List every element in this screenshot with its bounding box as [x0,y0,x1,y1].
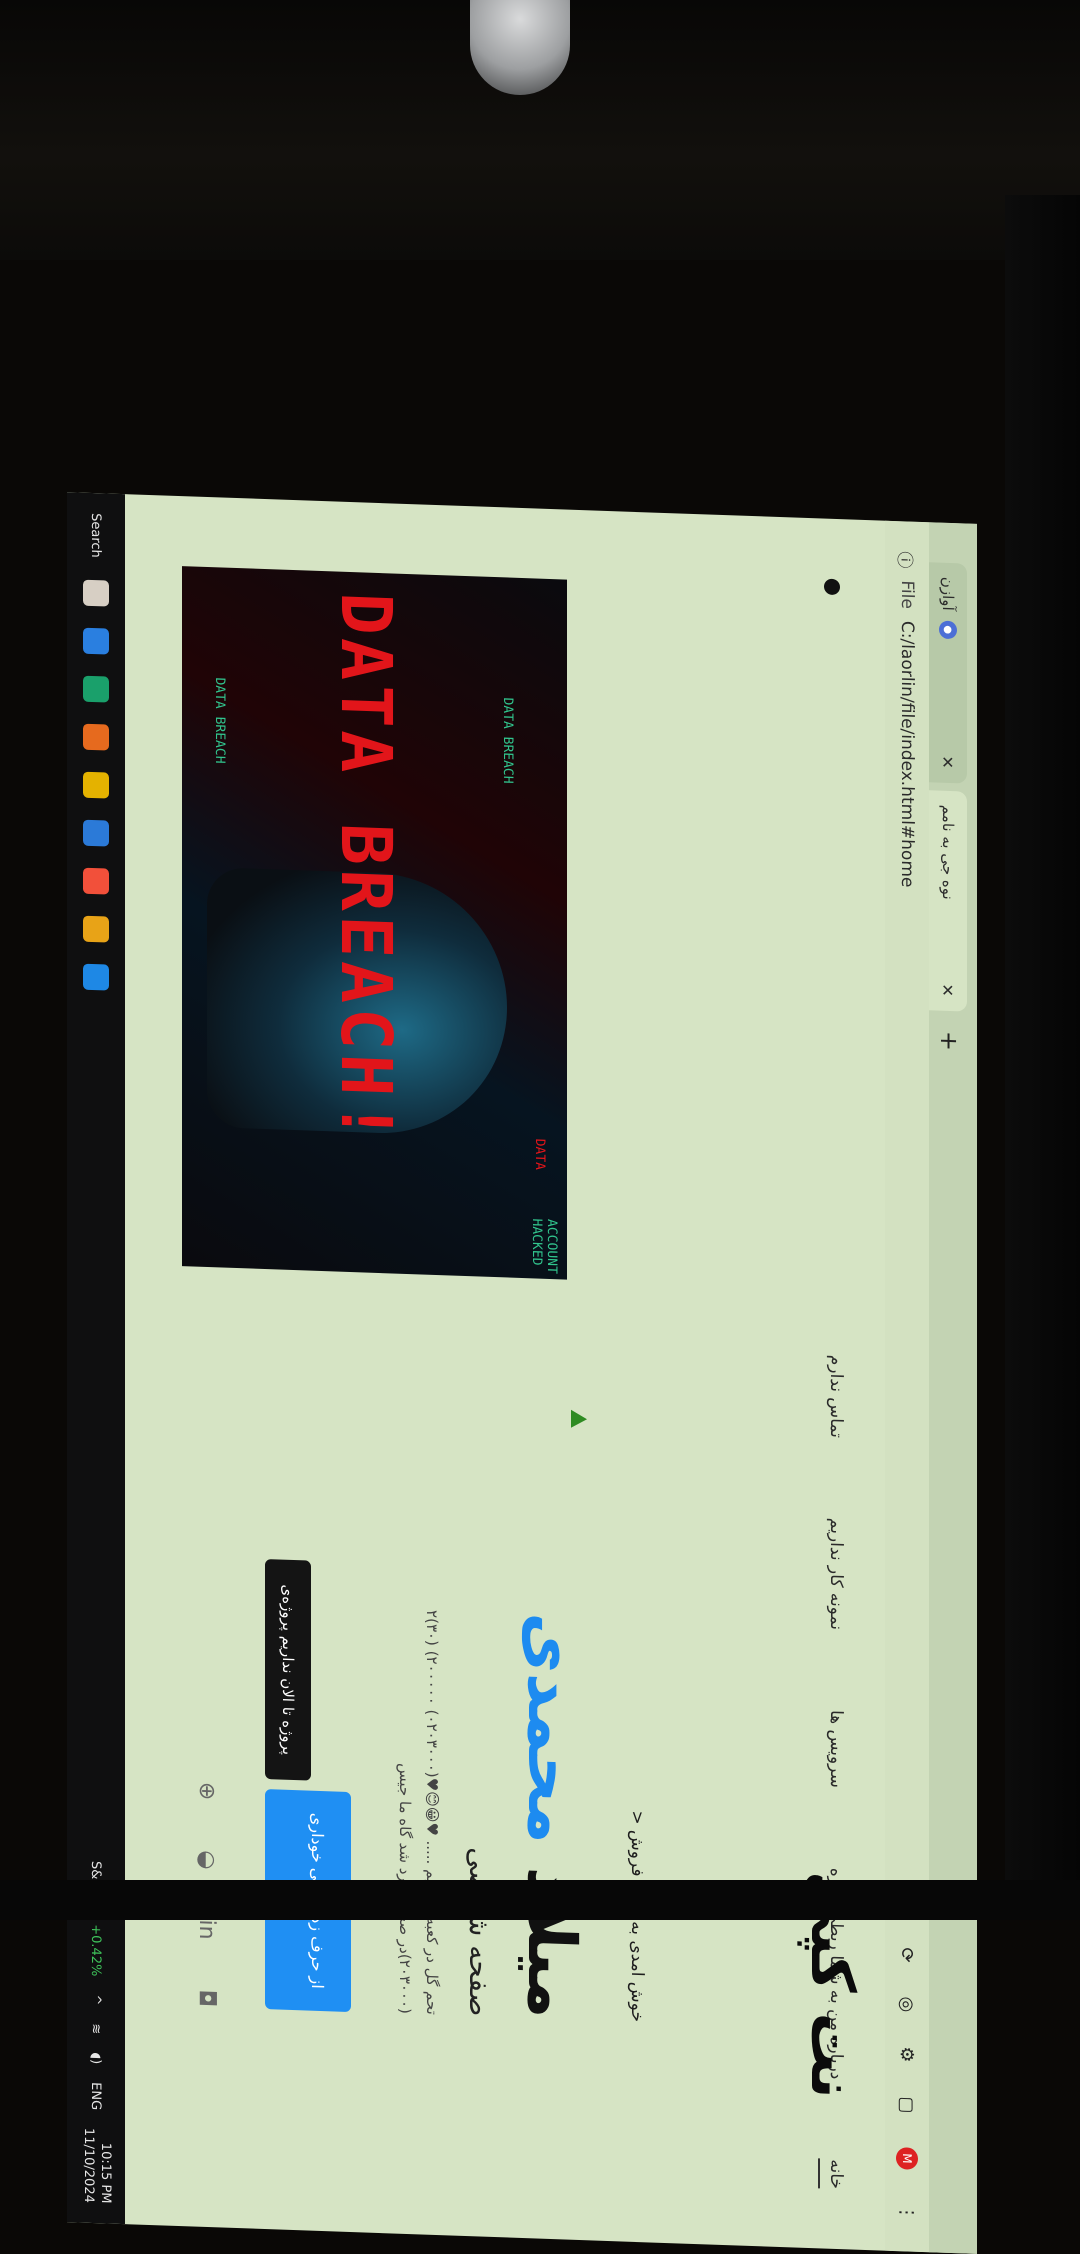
monitor-bezel [1005,195,1080,1920]
image-tag: DATA BREACH [500,697,515,784]
close-icon[interactable]: ✕ [939,983,958,997]
app-icon[interactable] [83,963,109,991]
hero-name: میلاد محمدی [513,1498,590,2021]
nav-contact[interactable]: تماس ندارم [818,1354,846,1439]
copilot-icon[interactable]: ◎ [897,1996,918,2012]
favicon-icon: ● [939,620,957,640]
taskbar-app-icon[interactable] [83,579,109,607]
hero-subtitle: صفحه شخصی [463,1846,497,2018]
car-interior [0,0,1080,260]
tab-strip: آوازن ● ✕ نوه جی به نامم ✕ + [929,522,977,2254]
address-url: C:/laorlin/file/index.html#home [897,620,917,888]
image-headline: DATA BREACH! [325,591,407,1148]
mouse-cursor-icon [571,1409,587,1429]
control-knob [470,0,570,95]
stock-change: +0.42% [88,1923,104,1977]
nav-portfolio[interactable]: نمونه کار نداریم [818,1517,846,1631]
welcome-text: خوش امدی به اصله فروش < [627,1502,647,2022]
address-scheme: File [897,580,917,610]
theme-toggle-icon[interactable] [824,578,840,596]
image-tag: DATA [532,1138,547,1171]
taskbar: Search S&P 500 +0.42% ^ ≋ ◖) ENG 10:15 P… [67,492,125,2225]
browser-tab-1[interactable]: آوازن ● ✕ [929,562,967,784]
image-tag: ACCOUNT HACKED [529,1218,559,1275]
browser-tab-2[interactable]: نوه جی به نامم ✕ [929,790,967,1012]
info-icon: ⓘ [894,551,915,569]
instagram-icon[interactable]: ◘ [194,1989,219,2007]
mail-icon[interactable] [83,627,109,655]
projects-button[interactable]: پروژه تا الان نداریم پروژه‌ی [265,1559,312,1781]
clock-date: 11/10/2024 [81,2127,96,2204]
new-tab-icon[interactable]: + [929,1018,963,1063]
tab-label: نوه جی به نامم [939,804,957,901]
nav-home[interactable]: خانه [818,2158,846,2190]
profile-avatar[interactable]: M [896,2147,918,2170]
tab-label: آوازن [939,576,957,612]
last-name: محمدی [513,1611,590,1846]
firefox-icon[interactable] [83,723,109,751]
volume-icon[interactable]: ◖) [89,2052,104,2064]
menu-icon[interactable]: ⋮ [897,2203,918,2222]
chrome-icon[interactable] [83,915,109,943]
monitor-screen: آوازن ● ✕ نوه جی به نامم ✕ + ⓘ File C:/l… [67,492,977,2254]
hero-bio: تحم گل در کعبه کاشتیم ..... ♥😀😊♥(۰۲۰۳۰۰۰… [396,1609,442,2016]
taskbar-search[interactable]: Search [89,513,104,558]
monitor-bezel-bottom [0,1880,1080,1920]
clock-time: 10:15 PM [97,2142,113,2204]
clock[interactable]: 10:15 PM 11/10/2024 [79,2128,113,2204]
wifi-icon[interactable]: ≋ [89,2023,104,2034]
folder-icon[interactable] [83,771,109,799]
dribbble-icon[interactable]: ⊕ [194,1781,219,1800]
chevron-up-icon[interactable]: ^ [89,1994,104,2005]
browser-toolbar: ⓘ File C:/laorlin/file/index.html#home ☆… [885,520,929,2253]
address-bar[interactable]: ⓘ File C:/laorlin/file/index.html#home [895,551,920,888]
vscode-icon[interactable] [83,819,109,847]
settings-icon[interactable]: ⚙ [897,2046,918,2063]
close-icon[interactable]: ✕ [939,755,958,769]
edge-icon[interactable] [83,675,109,703]
language-indicator[interactable]: ENG [89,2082,104,2111]
office-icon[interactable] [83,867,109,895]
linkedin-icon[interactable]: in [194,1919,219,1940]
extension-icon[interactable]: ⟳ [897,1947,918,1963]
nav-services[interactable]: سرویس ها [818,1709,846,1788]
github-icon[interactable]: ◒ [194,1850,219,1870]
hero-text: خوش امدی به اصله فروش < میلاد محمدی صفحه… [194,1487,647,2022]
puzzle-icon[interactable]: ▢ [897,2096,918,2114]
hero-image: DATA BREACH! DATA BREACH DATA ACCOUNT HA… [182,566,567,1280]
social-links: ◘ in ◒ ⊕ [194,1487,219,2007]
image-tag: DATA BREACH [212,677,227,764]
